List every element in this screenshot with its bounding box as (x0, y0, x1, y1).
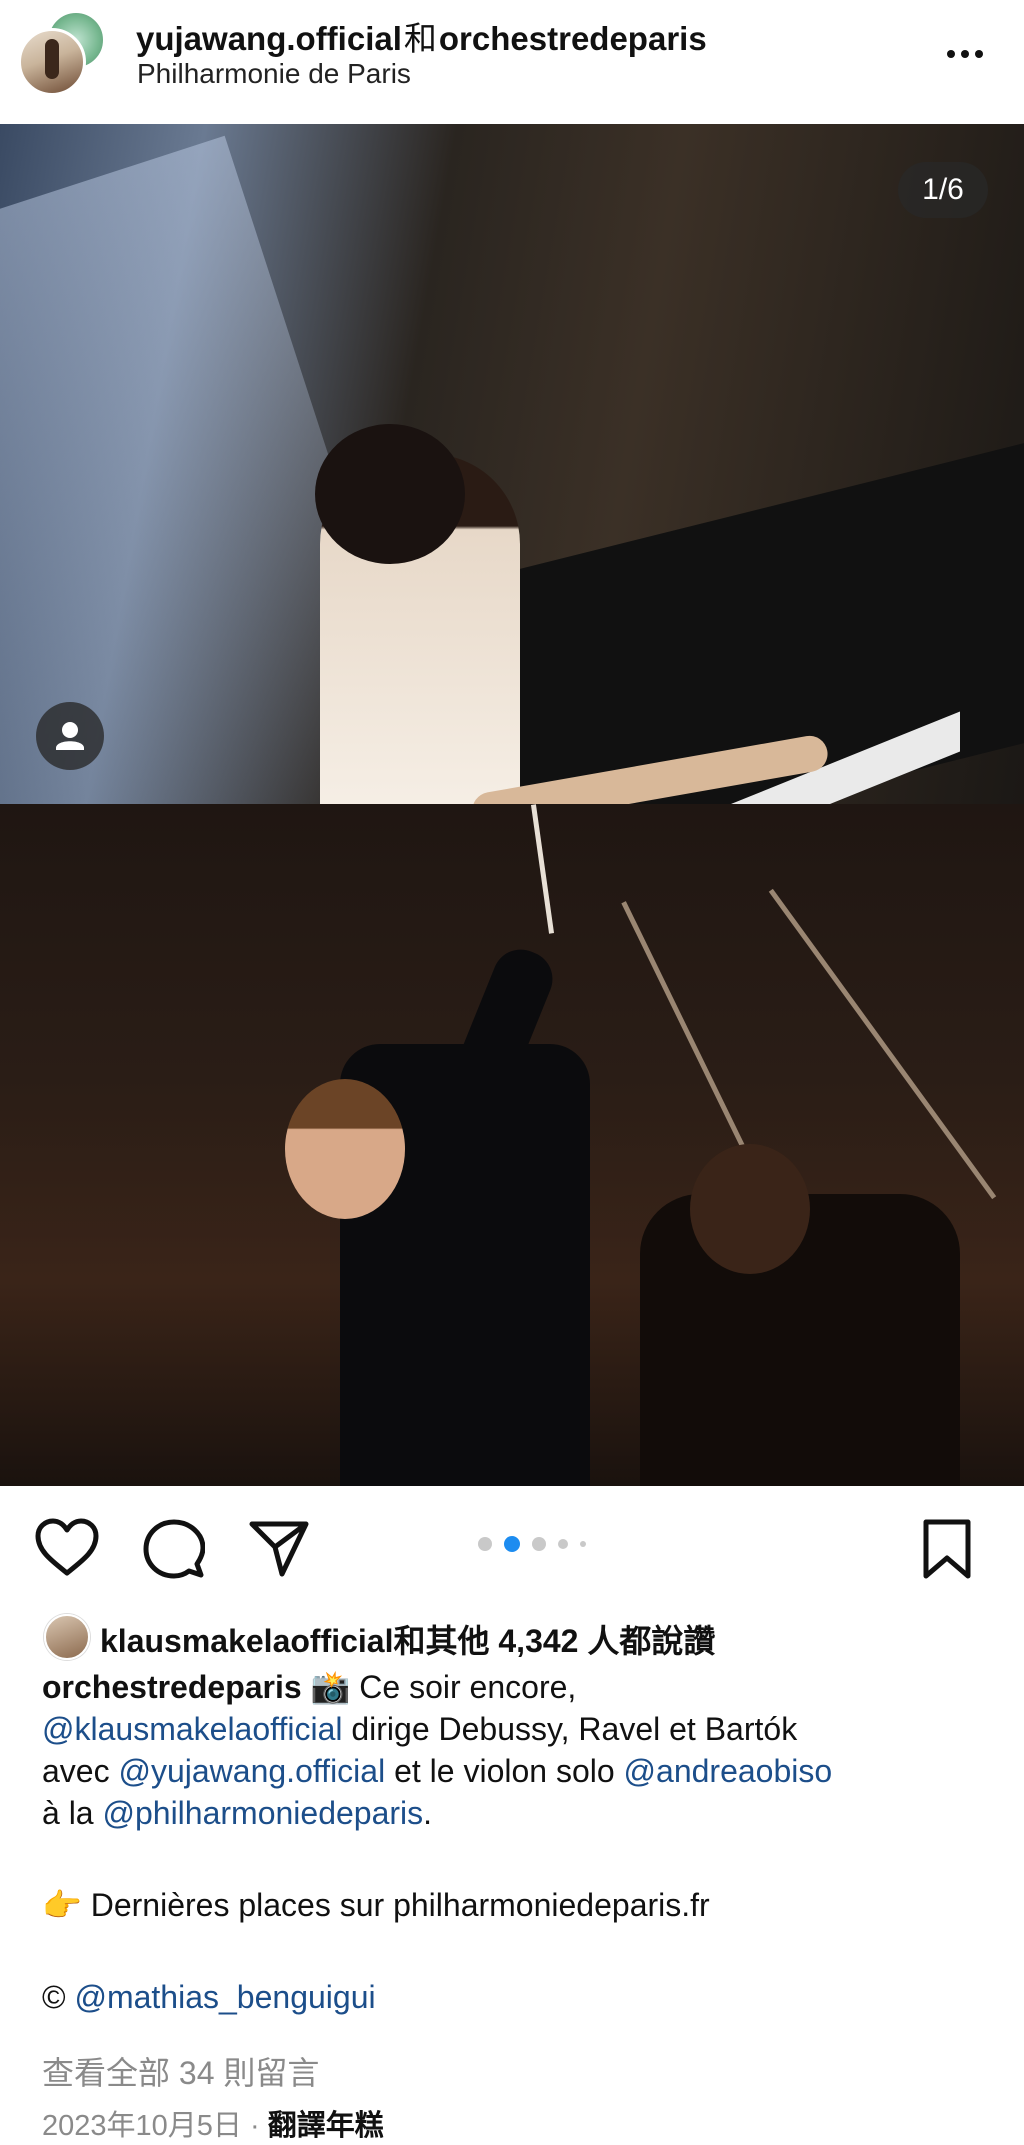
carousel-counter: 1/6 (898, 162, 988, 218)
post-photo-conductor[interactable] (0, 804, 1024, 1486)
author-link-orchestredeparis[interactable]: orchestredeparis (439, 20, 707, 57)
bookmark-icon[interactable] (920, 1518, 974, 1580)
mention-violin[interactable]: @andreaobiso (624, 1753, 833, 1789)
caption-text: Dernières places sur philharmoniedeparis… (81, 1887, 710, 1923)
post-date: 2023年10月5日 (42, 2110, 242, 2142)
more-options-button[interactable] (940, 30, 990, 74)
post-header: yujawang.official和orchestredeparis Philh… (0, 0, 1024, 124)
heart-icon[interactable] (34, 1518, 100, 1578)
avatar-yujawang[interactable] (18, 28, 86, 96)
caption-line: avec @yujawang.official et le violon sol… (42, 1750, 1002, 1792)
caption-text: . (423, 1795, 433, 1831)
caption-text: Ce soir encore, (350, 1669, 577, 1705)
pointing-emoji-icon: 👉 (42, 1887, 82, 1923)
person-tag-icon (56, 722, 84, 750)
copyright-icon: © (42, 1979, 66, 2015)
mention-hall[interactable]: @philharmoniedeparis (102, 1795, 423, 1831)
caption-line: 👉 Dernières places sur philharmoniedepar… (42, 1884, 1002, 1926)
likes-text[interactable]: klausmakelaofficial和其他 4,342 人都說讚 (100, 1616, 715, 1662)
author-link-yujawang[interactable]: yujawang.official (136, 20, 402, 57)
caption-line: orchestredeparis 📸 Ce soir encore, (42, 1666, 1002, 1708)
caption-text: avec (42, 1753, 119, 1789)
carousel-dot (478, 1537, 492, 1551)
mention-photographer[interactable]: @mathias_benguigui (74, 1979, 375, 2015)
conductor-head (285, 1079, 405, 1219)
caption-text: dirige Debussy, Ravel et Bartók (342, 1711, 798, 1747)
carousel-dot (558, 1539, 568, 1549)
carousel-dot (532, 1537, 546, 1551)
caption-text: et le violon solo (385, 1753, 624, 1789)
caption-username[interactable]: orchestredeparis (42, 1669, 302, 1705)
mention-conductor[interactable]: @klausmakelaofficial (42, 1711, 342, 1747)
view-all-comments-link[interactable]: 查看全部 34 則留言 (42, 2048, 319, 2094)
camera-emoji-icon: 📸 (310, 1669, 351, 1705)
more-icon (947, 50, 983, 58)
share-icon[interactable] (248, 1518, 310, 1578)
post-authors: yujawang.official和orchestredeparis (136, 12, 707, 60)
translate-link[interactable]: 翻譯年糕 (268, 2110, 384, 2142)
musician-head (690, 1144, 810, 1274)
caption-text: à la (42, 1795, 103, 1831)
mention-pianist[interactable]: @yujawang.official (118, 1753, 385, 1789)
conductor-baton (530, 804, 555, 934)
violin-bow (768, 888, 997, 1200)
post-photo-pianist[interactable]: 1/6 (0, 124, 1024, 804)
carousel-dot (504, 1536, 520, 1552)
carousel-dot (580, 1541, 586, 1547)
pianist-hair (315, 424, 465, 564)
caption-line: @klausmakelaofficial dirige Debussy, Rav… (42, 1708, 1002, 1750)
collab-avatars[interactable] (18, 10, 106, 96)
comment-icon[interactable] (143, 1518, 205, 1580)
tagged-people-button[interactable] (36, 702, 104, 770)
location-link[interactable]: Philharmonie de Paris (137, 58, 411, 90)
caption-line: © @mathias_benguigui (42, 1976, 1002, 2018)
caption-line: à la @philharmoniedeparis. (42, 1792, 1002, 1834)
author-joiner: 和 (403, 20, 437, 57)
post-meta: 2023年10月5日 · 翻譯年糕 (42, 2102, 384, 2144)
meta-separator: · (241, 2110, 268, 2142)
post-caption: orchestredeparis 📸 Ce soir encore, @klau… (42, 1666, 1002, 2018)
liker-avatar[interactable] (44, 1614, 90, 1660)
